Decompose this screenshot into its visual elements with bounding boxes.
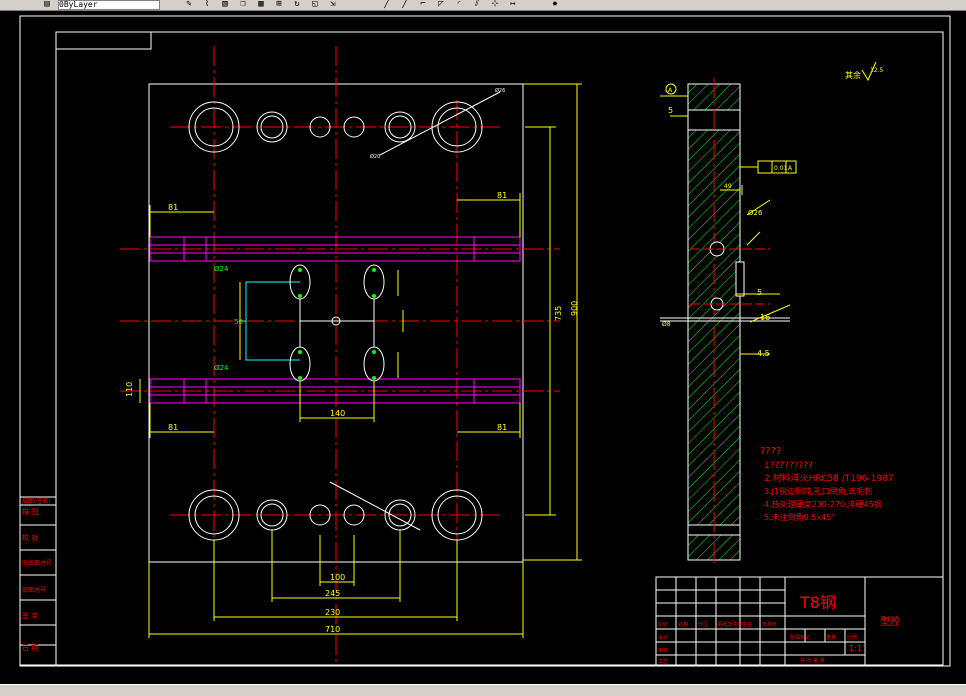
dim-81-tl: 81 [168,203,178,212]
cavity-group [289,264,385,382]
svg-text:Ø26: Ø26 [495,87,505,94]
dim-100: 100 [330,573,345,582]
tb-header-4: 签名 [742,621,752,628]
dim-735: 735 [554,306,563,321]
panel-label-2: 校 对 [22,533,38,542]
tb-row-0: 设计 [658,634,668,641]
panel-label-1: 描 图 [22,507,38,516]
side-dim-5b: 5 [757,288,762,297]
dim-230: 230 [325,608,340,617]
explode-icon[interactable]: ✸ [548,0,562,9]
dim-81-bl: 81 [168,423,178,432]
tb-row-1: 审核 [658,647,668,654]
material-label: T8钢 [799,593,836,612]
dim-245: 245 [325,589,340,598]
tolerance-ref: A [788,165,793,172]
tb-header-2: 分区 [698,621,708,628]
array-icon[interactable]: ▦ [254,0,268,9]
side-dim-49: 49 [724,183,732,190]
cad-toolbar: ▤ 0ByLayer ✎ ⌇ ▧ ❐ ▦ ⊞ ↻ ◱ ⇲ ╱ ╱ ⌐ ◸ ◜ ⫽… [0,0,966,11]
tb-header-0: 标记 [658,621,668,628]
drawing-border [19,15,951,667]
dim-50: 50 [234,318,243,326]
dim-900: 900 [570,301,579,316]
tolerance-value: 0.01 [774,165,788,172]
part-name: 型腔 [880,615,900,628]
copy-icon[interactable]: ❐ [236,0,250,9]
hatch-icon[interactable]: ▧ [218,0,232,9]
dim-81-tr: 81 [497,191,507,200]
side-dim-4-5: 4.5 [757,349,770,358]
stretch-icon[interactable]: ⇲ [326,0,340,9]
tb-sheet: 共 张 第 张 [800,657,825,664]
tb-ratio: 比例 [847,634,857,641]
tb-header-3: 更改文件号 [717,621,742,628]
scale-icon[interactable]: ◱ [308,0,322,9]
offset-icon[interactable]: ⫽ [470,0,484,9]
panel-label-5: 签 字 [22,611,38,620]
layer-icon[interactable]: ▤ [40,0,54,9]
lengthen-icon[interactable]: ↦ [506,0,520,9]
status-bar [0,684,966,696]
code-box [55,31,152,50]
main-plate-view: Ø26 Ø20 81 81 81 81 735 900 140 100 245 … [120,46,582,662]
panel-label-0: 描图(签名) [22,497,51,505]
roughness-label: 其余 [845,70,861,80]
join-icon[interactable]: ⊹ [488,0,502,9]
title-block: T8钢 型腔 1:1 标记 处数 分区 更改文件号 签名 年月日 设计 审核 工… [655,576,944,666]
move-icon[interactable]: ⊞ [272,0,286,9]
scale-value: 1:1 [849,644,862,653]
panel-label-3: 旧底图总号 [22,559,52,567]
side-dim-phi8: Ø8 [662,321,671,328]
tb-header-1: 处数 [678,621,688,628]
rotate-icon[interactable]: ↻ [290,0,304,9]
notes-heading: ???? [760,446,781,457]
note-3: 3.J1锐边倒钝,孔口倒角,去毛刺 [764,486,872,496]
side-dim-16: 16 [760,313,770,322]
layer-combo[interactable]: 0ByLayer [58,0,160,10]
note-2: 2.材料淬火HRC58 /T196-1987 [764,472,894,484]
note-4: 4.热处理硬度230-270,淬硬45钢 [764,499,882,509]
brush-icon[interactable]: ⌇ [200,0,214,9]
break-icon[interactable]: ⌐ [416,0,430,9]
tb-weight: 重量 [826,634,836,641]
technical-notes: ???? 1????????? 2.材料淬火HRC58 /T196-1987 3… [760,446,894,522]
side-dim-phi26: Ø26 [748,209,763,217]
dim-phi24-top: Ø24 [214,265,229,273]
note-5: 5.未注倒角0.5x45° [764,512,835,522]
dim-710: 710 [325,625,340,634]
note-1: 1????????? [764,461,813,471]
tb-header-5: 年月日 [762,621,777,628]
dim-phi24-bot: Ø24 [214,364,229,372]
dim-110: 110 [125,382,134,397]
panel-label-4: 底图总号 [22,586,46,594]
pencil-icon[interactable]: ✎ [182,0,196,9]
trim-icon[interactable]: ╱ [380,0,394,9]
dim-140: 140 [330,409,345,418]
panel-label-6: 日 期 [22,644,38,652]
extend-icon[interactable]: ╱ [398,0,412,9]
cad-drawing-canvas[interactable]: 描图(签名) 描 图 校 对 旧底图总号 底图总号 签 字 日 期 Ø26 Ø2… [0,11,966,684]
svg-text:Ø20: Ø20 [370,153,380,160]
dim-81-br: 81 [497,423,507,432]
tb-row-2: 工艺 [658,659,668,665]
fillet-icon[interactable]: ◜ [452,0,466,9]
tb-stage: 阶段标记 [790,634,810,641]
datum-label: A [668,87,673,94]
side-dim-5: 5 [668,106,673,115]
chamfer-icon[interactable]: ◸ [434,0,448,9]
left-side-panel: 描图(签名) 描 图 校 对 旧底图总号 底图总号 签 字 日 期 [19,496,57,666]
